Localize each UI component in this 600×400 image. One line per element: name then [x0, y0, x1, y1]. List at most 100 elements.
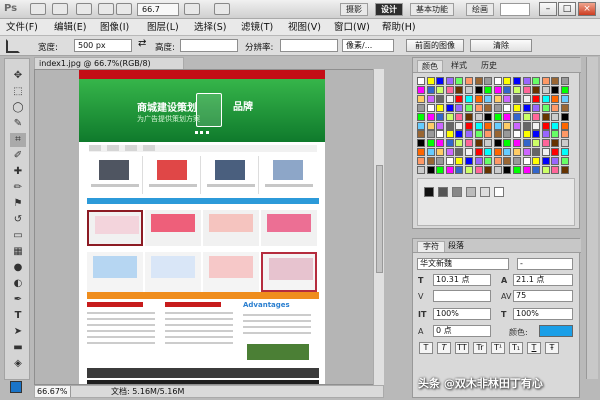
color-swatch[interactable]: [551, 139, 560, 148]
color-swatch[interactable]: [417, 166, 425, 174]
color-swatch[interactable]: [465, 103, 473, 112]
color-swatch[interactable]: [474, 139, 483, 148]
color-swatch[interactable]: [522, 130, 531, 139]
menu-edit[interactable]: 编辑(E): [54, 21, 86, 34]
color-swatch[interactable]: [465, 121, 473, 130]
color-swatch[interactable]: [455, 139, 464, 148]
color-swatch[interactable]: [561, 77, 569, 85]
color-swatch[interactable]: [474, 130, 483, 139]
color-swatch[interactable]: [445, 112, 454, 121]
height-input[interactable]: [180, 39, 238, 52]
zoom-level-field[interactable]: 66.7: [137, 3, 179, 16]
color-swatch[interactable]: [426, 139, 435, 148]
color-swatch[interactable]: [522, 77, 531, 85]
color-swatch[interactable]: [436, 94, 445, 103]
underline-button[interactable]: T: [527, 342, 541, 354]
quick-select-tool-icon[interactable]: ✎: [10, 117, 26, 131]
swap-dimensions-icon[interactable]: ⇄: [138, 38, 146, 49]
color-swatch[interactable]: [503, 130, 512, 139]
status-zoom-field[interactable]: 66.67%: [35, 386, 71, 397]
menu-view[interactable]: 视图(V): [288, 21, 321, 34]
scroll-thumb[interactable]: [376, 165, 383, 273]
mini-bridge-icon[interactable]: [52, 3, 68, 15]
color-swatch[interactable]: [513, 77, 521, 85]
color-swatch[interactable]: [561, 121, 569, 130]
color-swatch[interactable]: [484, 77, 493, 85]
color-swatch[interactable]: [551, 157, 560, 166]
font-family-select[interactable]: 华文新魏: [417, 258, 509, 270]
color-swatch[interactable]: [484, 85, 493, 94]
color-swatch[interactable]: [484, 103, 493, 112]
color-swatch[interactable]: [522, 85, 531, 94]
color-swatch[interactable]: [541, 130, 550, 139]
front-image-button[interactable]: 前面的图像: [406, 39, 464, 52]
color-swatch[interactable]: [455, 121, 464, 130]
tab-paragraph[interactable]: 段落: [443, 241, 469, 252]
color-swatch[interactable]: [551, 77, 560, 85]
menu-file[interactable]: 文件(F): [6, 21, 38, 34]
font-style-select[interactable]: -: [517, 258, 573, 270]
color-swatch[interactable]: [484, 121, 493, 130]
color-swatch[interactable]: [474, 112, 483, 121]
color-swatch[interactable]: [522, 139, 531, 148]
color-swatch[interactable]: [561, 157, 569, 166]
color-swatch[interactable]: [445, 166, 454, 174]
color-swatch[interactable]: [532, 121, 541, 130]
color-swatch[interactable]: [417, 157, 425, 166]
workspace-essentials[interactable]: 基本功能: [410, 3, 454, 16]
strikethrough-button[interactable]: Ŧ: [545, 342, 559, 354]
eyedropper-tool-icon[interactable]: ✐: [10, 149, 26, 163]
color-swatch[interactable]: [426, 121, 435, 130]
color-swatch[interactable]: [532, 139, 541, 148]
minimize-icon[interactable]: –: [539, 2, 557, 16]
color-swatch[interactable]: [493, 130, 502, 139]
color-swatch[interactable]: [503, 94, 512, 103]
color-swatch[interactable]: [513, 85, 521, 94]
panel-dock-icons[interactable]: [586, 57, 598, 379]
gradient-tool-icon[interactable]: ▦: [10, 245, 26, 259]
color-swatch[interactable]: [417, 85, 425, 94]
color-swatch[interactable]: [551, 121, 560, 130]
color-swatch[interactable]: [493, 85, 502, 94]
color-swatch[interactable]: [503, 157, 512, 166]
arrange-documents-icon[interactable]: [184, 3, 200, 15]
pen-tool-icon[interactable]: ✒: [10, 293, 26, 307]
color-swatch[interactable]: [541, 148, 550, 157]
color-swatch[interactable]: [493, 112, 502, 121]
color-swatch[interactable]: [541, 85, 550, 94]
color-swatch[interactable]: [465, 130, 473, 139]
color-swatch[interactable]: [493, 139, 502, 148]
color-swatch[interactable]: [474, 77, 483, 85]
color-swatch[interactable]: [503, 77, 512, 85]
workspace-design[interactable]: 设计: [375, 3, 403, 16]
close-icon[interactable]: ×: [578, 2, 596, 16]
tab-character[interactable]: 字符: [417, 241, 445, 252]
color-swatch[interactable]: [436, 103, 445, 112]
color-swatch[interactable]: [561, 148, 569, 157]
color-swatch[interactable]: [436, 121, 445, 130]
color-swatch[interactable]: [474, 166, 483, 174]
color-swatch[interactable]: [551, 94, 560, 103]
color-swatch[interactable]: [561, 112, 569, 121]
move-tool-icon[interactable]: ✥: [10, 69, 26, 83]
color-swatch[interactable]: [522, 157, 531, 166]
clone-stamp-tool-icon[interactable]: ⚑: [10, 197, 26, 211]
color-swatch[interactable]: [551, 166, 560, 174]
font-size-field[interactable]: 10.31 点: [433, 274, 491, 286]
color-swatch[interactable]: [484, 130, 493, 139]
color-swatch[interactable]: [445, 139, 454, 148]
color-swatch[interactable]: [445, 94, 454, 103]
blur-tool-icon[interactable]: ●: [10, 261, 26, 275]
color-swatch[interactable]: [474, 157, 483, 166]
color-swatch[interactable]: [493, 157, 502, 166]
width-input[interactable]: 500 px: [74, 39, 132, 52]
color-swatch[interactable]: [417, 94, 425, 103]
color-swatch[interactable]: [445, 157, 454, 166]
color-swatch[interactable]: [561, 139, 569, 148]
color-swatch[interactable]: [561, 103, 569, 112]
crop-tool-icon[interactable]: [6, 39, 20, 53]
color-swatch[interactable]: [513, 94, 521, 103]
color-swatch[interactable]: [532, 148, 541, 157]
color-swatch[interactable]: [503, 85, 512, 94]
color-swatch[interactable]: [436, 85, 445, 94]
